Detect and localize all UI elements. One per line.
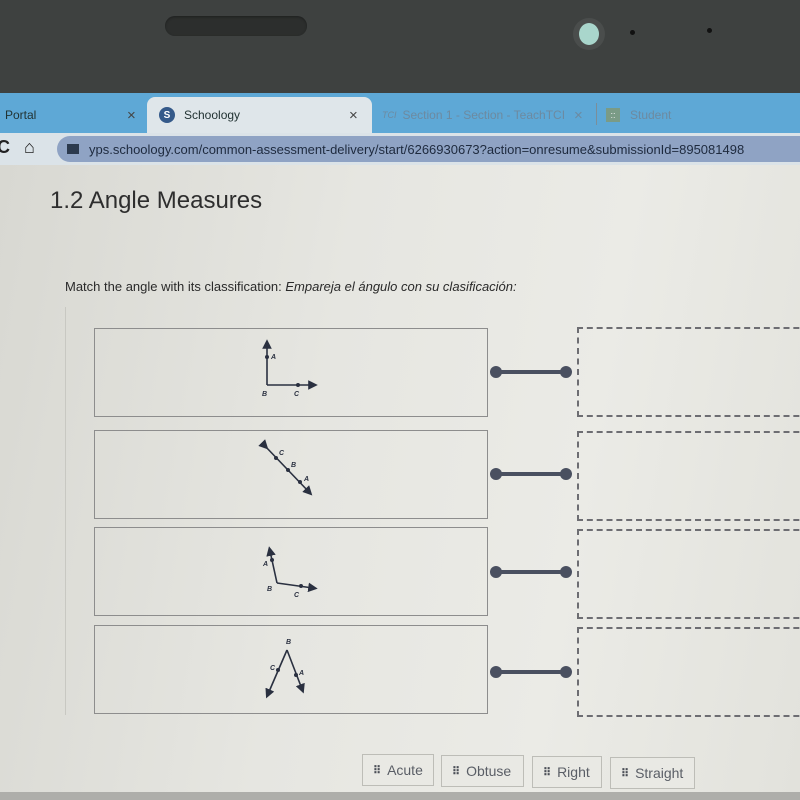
- site-info-icon[interactable]: [67, 144, 79, 154]
- choice-label: Right: [557, 764, 590, 780]
- tci-logo-icon: TCI: [382, 110, 397, 120]
- close-icon[interactable]: ×: [349, 107, 358, 124]
- reload-icon[interactable]: C: [0, 137, 10, 158]
- drop-target[interactable]: [577, 627, 800, 717]
- straight-angle-figure: C B A: [258, 439, 313, 496]
- match-connector[interactable]: [490, 467, 572, 481]
- tab-separator: [596, 103, 597, 125]
- point-label: A: [270, 354, 276, 361]
- point-label: B: [262, 391, 267, 398]
- ray-ba: [266, 546, 278, 584]
- tab-bar: Portal × S Schoology × TCI Section 1 - S…: [0, 93, 800, 133]
- point-label: B: [267, 586, 272, 593]
- point-label: C: [279, 450, 285, 457]
- tab-schoology[interactable]: S Schoology ×: [147, 97, 372, 133]
- tab-portal[interactable]: Portal ×: [0, 97, 147, 133]
- tab-label: Section 1 - Section - TeachTCI: [402, 108, 566, 122]
- home-icon[interactable]: ⌂: [24, 137, 35, 158]
- point-label: A: [303, 476, 309, 483]
- drag-handle-icon: ⠿: [543, 766, 551, 779]
- choice-right[interactable]: ⠿ Right: [532, 756, 602, 788]
- drag-handle-icon: ⠿: [373, 764, 381, 777]
- match-connector[interactable]: [490, 365, 572, 379]
- assessment-page: 1.2 Angle Measures Match the angle with …: [0, 165, 800, 800]
- point-label: C: [270, 665, 276, 672]
- tab-label: Schoology: [184, 108, 241, 122]
- right-angle-figure: A B C: [262, 339, 318, 398]
- point-label: C: [294, 391, 300, 398]
- obtuse-angle-figure: A B C: [262, 546, 318, 599]
- point-label: A: [262, 561, 268, 568]
- close-icon[interactable]: ×: [574, 107, 583, 124]
- app-grid-icon: ::: [606, 108, 620, 122]
- prompt-english: Match the angle with its classification:: [65, 279, 286, 294]
- match-connector[interactable]: [490, 565, 572, 579]
- laptop-bezel: [0, 0, 800, 95]
- address-bar: C ⌂ yps.schoology.com/common-assessment-…: [0, 133, 800, 165]
- point-label: B: [286, 639, 291, 646]
- match-connector[interactable]: [490, 665, 572, 679]
- choice-label: Obtuse: [466, 763, 512, 779]
- ray-bc: [276, 582, 318, 593]
- ray-bc: [265, 649, 288, 699]
- choice-obtuse[interactable]: ⠿ Obtuse: [441, 755, 524, 787]
- angle-item-right: A B C: [94, 328, 488, 417]
- tab-student[interactable]: :: Student: [606, 97, 796, 133]
- point-label: A: [298, 670, 304, 677]
- webcam-icon: [573, 18, 605, 50]
- sensor-dot: [707, 28, 712, 33]
- drag-handle-icon: ⠿: [452, 765, 460, 778]
- point-label: C: [294, 592, 300, 599]
- tab-label: Portal: [5, 108, 37, 122]
- bezel-slot: [165, 16, 307, 36]
- screen: Portal × S Schoology × TCI Section 1 - S…: [0, 93, 800, 800]
- close-icon[interactable]: ×: [127, 107, 136, 124]
- schoology-logo-icon: S: [159, 107, 175, 123]
- screen-bottom-edge: [0, 792, 800, 800]
- url-input[interactable]: yps.schoology.com/common-assessment-deli…: [57, 136, 800, 162]
- choice-straight[interactable]: ⠿ Straight: [610, 757, 695, 789]
- point-label: B: [291, 462, 296, 469]
- acute-angle-figure: B C A: [265, 639, 305, 699]
- divider: [65, 307, 66, 715]
- angle-item-obtuse: A B C: [94, 527, 488, 616]
- choice-acute[interactable]: ⠿ Acute: [362, 754, 434, 786]
- tab-label: Student: [630, 108, 672, 122]
- drag-handle-icon: ⠿: [621, 767, 629, 780]
- choice-label: Straight: [635, 765, 684, 781]
- question-prompt: Match the angle with its classification:…: [65, 279, 517, 294]
- sensor-dot: [630, 30, 635, 35]
- angle-item-acute: B C A: [94, 625, 488, 714]
- angle-item-straight: C B A: [94, 430, 488, 519]
- drop-target[interactable]: [577, 529, 800, 619]
- choice-label: Acute: [387, 762, 423, 778]
- drop-target[interactable]: [577, 327, 800, 417]
- prompt-spanish: Empareja el ángulo con su clasificación:: [285, 279, 517, 294]
- tab-teachtci[interactable]: TCI Section 1 - Section - TeachTCI ×: [372, 97, 594, 133]
- page-title: 1.2 Angle Measures: [50, 187, 263, 214]
- drop-target[interactable]: [577, 431, 800, 521]
- url-text: yps.schoology.com/common-assessment-deli…: [89, 141, 745, 157]
